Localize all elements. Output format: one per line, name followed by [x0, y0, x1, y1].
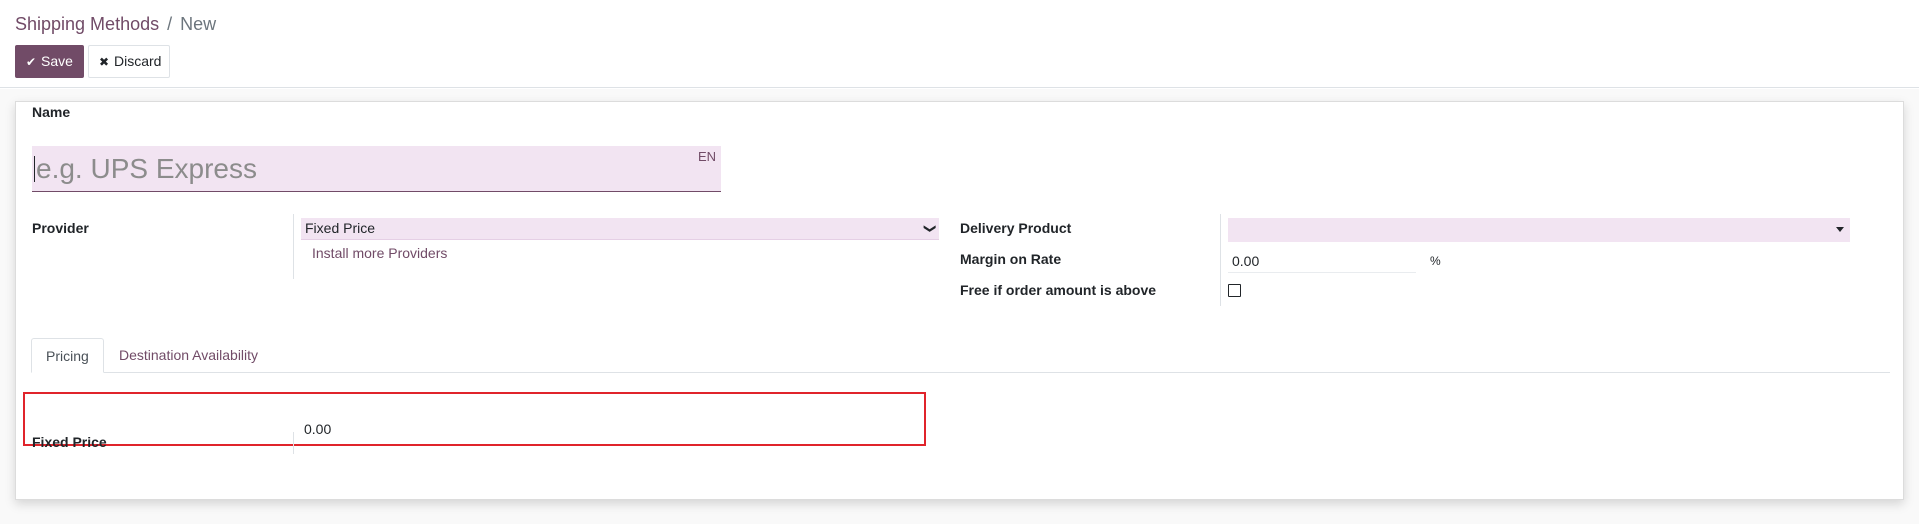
margin-on-rate-input[interactable]: 0.00	[1228, 249, 1416, 273]
free-if-order-label: Free if order amount is above	[960, 282, 1157, 298]
discard-button[interactable]: ✖ Discard	[88, 45, 170, 78]
margin-on-rate-label: Margin on Rate	[960, 251, 1062, 267]
save-button-label: Save	[41, 53, 73, 69]
form-sheet: Name e.g. UPS Express EN Provider Fixed …	[15, 101, 1904, 500]
name-input[interactable]: e.g. UPS Express EN	[32, 146, 721, 192]
install-more-providers-link[interactable]: Install more Providers	[312, 245, 447, 261]
provider-select-value: Fixed Price	[305, 220, 376, 236]
margin-unit: %	[1430, 254, 1441, 268]
breadcrumb-current: New	[180, 14, 217, 34]
save-button[interactable]: ✔ Save	[15, 45, 84, 78]
close-icon: ✖	[99, 55, 110, 69]
text-caret	[34, 156, 35, 182]
breadcrumb-shipping-methods[interactable]: Shipping Methods	[15, 14, 159, 34]
tab-pricing[interactable]: Pricing	[31, 338, 104, 373]
fixed-price-separator	[293, 432, 294, 454]
delivery-product-select[interactable]	[1228, 218, 1850, 242]
provider-separator	[293, 214, 294, 279]
fixed-price-input[interactable]: 0.00	[304, 419, 924, 443]
fixed-price-label: Fixed Price	[32, 434, 107, 450]
provider-label: Provider	[32, 220, 89, 236]
discard-button-label: Discard	[114, 53, 162, 69]
caret-down-icon	[1836, 227, 1844, 232]
free-shipping-checkbox[interactable]	[1228, 284, 1241, 297]
control-panel: Shipping Methods / New ✔ Save ✖ Discard	[0, 0, 1919, 88]
right-separator	[1220, 214, 1221, 306]
delivery-product-label: Delivery Product	[960, 220, 1072, 236]
tabs-divider	[31, 372, 1890, 373]
breadcrumb: Shipping Methods / New	[15, 12, 216, 36]
name-placeholder: e.g. UPS Express	[36, 153, 257, 184]
tab-destination-availability[interactable]: Destination Availability	[105, 338, 272, 373]
provider-select[interactable]: Fixed Price ❯	[301, 218, 939, 240]
breadcrumb-separator: /	[167, 14, 173, 34]
check-icon: ✔	[26, 55, 37, 69]
name-label: Name	[32, 104, 71, 120]
chevron-down-icon: ❯	[923, 223, 938, 234]
language-badge[interactable]: EN	[698, 149, 716, 164]
